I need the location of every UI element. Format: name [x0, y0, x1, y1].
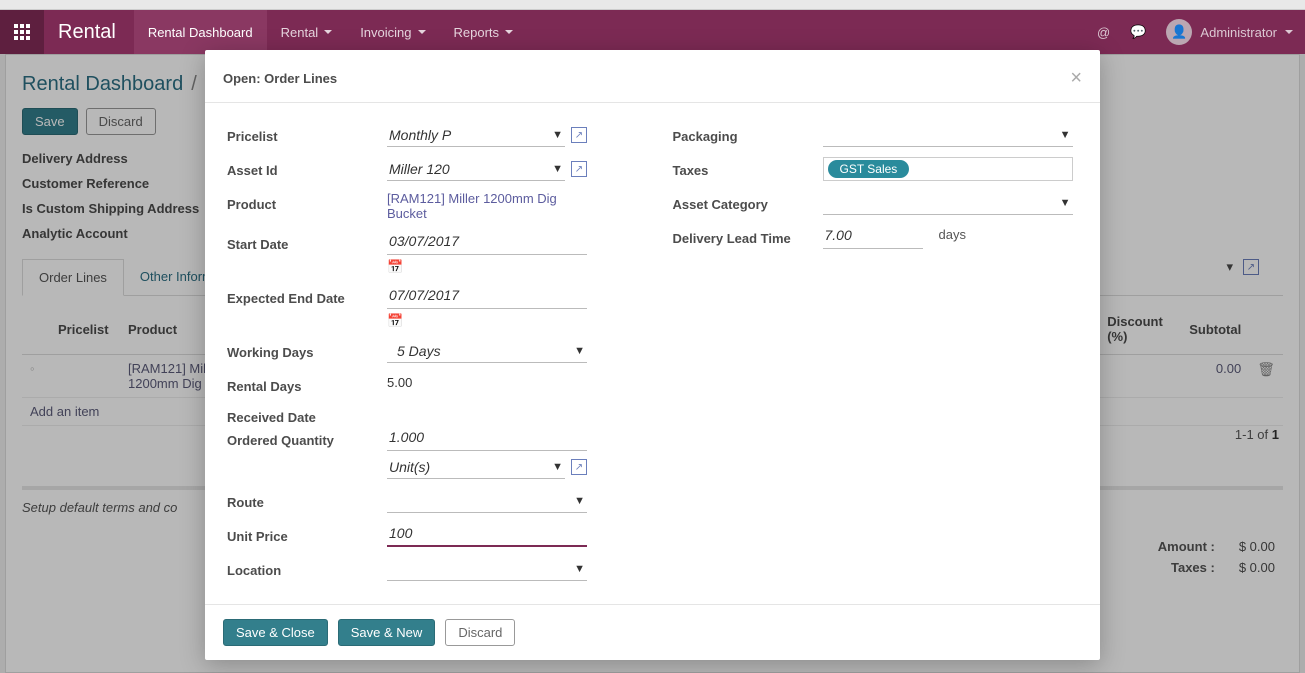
nav-tab-invoicing[interactable]: Invoicing	[346, 10, 439, 54]
label-asset-category: Asset Category	[673, 191, 823, 212]
start-date-input[interactable]: 03/07/2017	[387, 231, 587, 255]
calendar-icon[interactable]: 📅	[387, 313, 403, 329]
working-days-value: 5 Days	[397, 343, 441, 359]
tax-tag[interactable]: GST Sales	[828, 160, 910, 178]
ordered-qty-input[interactable]: 1.000	[387, 427, 587, 451]
label-lead-time: Delivery Lead Time	[673, 225, 823, 246]
label-start-date: Start Date	[227, 231, 387, 252]
pricelist-value: Monthly P	[389, 127, 451, 143]
calendar-icon[interactable]: 📅	[387, 259, 403, 275]
nav-tab-label: Reports	[454, 25, 500, 40]
label-unit-price: Unit Price	[227, 523, 387, 544]
avatar-icon: 👤	[1166, 19, 1192, 45]
label-end-date: Expected End Date	[227, 285, 387, 306]
modal-title: Open: Order Lines	[223, 71, 337, 86]
label-taxes: Taxes	[673, 157, 823, 178]
end-date-input[interactable]: 07/07/2017	[387, 285, 587, 309]
label-location: Location	[227, 557, 387, 578]
user-name: Administrator	[1200, 25, 1277, 40]
label-route: Route	[227, 489, 387, 510]
working-days-select[interactable]: 5 Days▼	[387, 339, 587, 363]
location-select[interactable]: ▼	[387, 557, 587, 581]
asset-category-select[interactable]: ▼	[823, 191, 1073, 215]
nav-tab-label: Invoicing	[360, 25, 411, 40]
label-working-days: Working Days	[227, 339, 387, 360]
order-line-modal: Open: Order Lines × Pricelist Monthly P▼…	[205, 50, 1100, 660]
uom-select[interactable]: Unit(s)▼	[387, 455, 565, 479]
label-product: Product	[227, 191, 387, 212]
caret-down-icon	[418, 30, 426, 34]
nav-tab-rental-dashboard[interactable]: Rental Dashboard	[134, 10, 267, 54]
packaging-select[interactable]: ▼	[823, 123, 1073, 147]
apps-menu-icon[interactable]	[0, 10, 44, 54]
asset-id-value: Miller 120	[389, 161, 450, 177]
nav-tab-rental[interactable]: Rental	[267, 10, 347, 54]
asset-id-select[interactable]: Miller 120▼	[387, 157, 565, 181]
close-icon[interactable]: ×	[1070, 68, 1082, 88]
save-new-button[interactable]: Save & New	[338, 619, 436, 646]
modal-discard-button[interactable]: Discard	[445, 619, 515, 646]
browser-chrome	[0, 0, 1305, 10]
lead-time-unit: days	[939, 225, 966, 242]
external-link-icon[interactable]: ↗	[571, 161, 587, 177]
at-icon[interactable]: @	[1097, 25, 1110, 40]
brand-title: Rental	[44, 21, 134, 44]
label-ordered-qty: Ordered Quantity	[227, 427, 387, 448]
label-packaging: Packaging	[673, 123, 823, 144]
label-pricelist: Pricelist	[227, 123, 387, 144]
lead-time-input[interactable]: 7.00	[823, 225, 923, 249]
external-link-icon[interactable]: ↗	[571, 459, 587, 475]
caret-down-icon	[324, 30, 332, 34]
nav-tab-label: Rental Dashboard	[148, 25, 253, 40]
save-close-button[interactable]: Save & Close	[223, 619, 328, 646]
label-rental-days: Rental Days	[227, 373, 387, 394]
unit-price-input[interactable]: 100	[387, 523, 587, 547]
nav-tab-label: Rental	[281, 25, 319, 40]
caret-down-icon	[1285, 30, 1293, 34]
user-menu[interactable]: 👤 Administrator	[1166, 19, 1293, 45]
label-received-date: Received Date	[227, 404, 387, 425]
label-asset-id: Asset Id	[227, 157, 387, 178]
product-link[interactable]: [RAM121] Miller 1200mm Dig Bucket	[387, 191, 557, 221]
rental-days-value: 5.00	[387, 373, 587, 390]
taxes-input[interactable]: GST Sales	[823, 157, 1073, 181]
main-nav: Rental Rental Dashboard Rental Invoicing…	[0, 10, 1305, 54]
pricelist-select[interactable]: Monthly P▼	[387, 123, 565, 147]
chat-icon[interactable]: 💬	[1130, 24, 1146, 40]
route-select[interactable]: ▼	[387, 489, 587, 513]
external-link-icon[interactable]: ↗	[571, 127, 587, 143]
caret-down-icon	[505, 30, 513, 34]
uom-value: Unit(s)	[389, 459, 430, 475]
nav-tab-reports[interactable]: Reports	[440, 10, 528, 54]
